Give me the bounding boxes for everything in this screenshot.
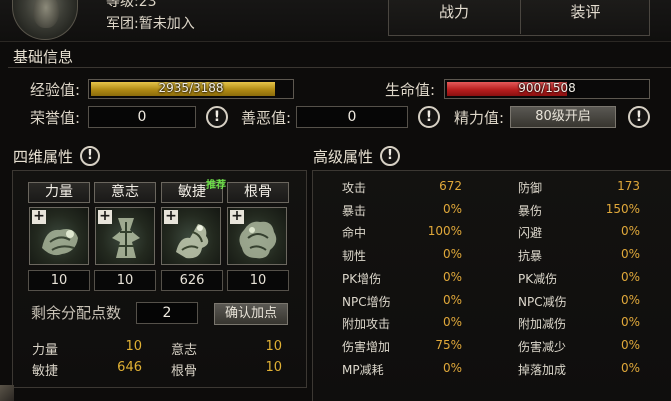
- advanced-attr-label: 伤害增加: [342, 340, 391, 354]
- divider: [8, 67, 671, 68]
- exp-value: 2935/3188: [158, 81, 224, 95]
- advanced-attr-value: 0%: [442, 293, 462, 307]
- advanced-attr-value: 0%: [620, 224, 640, 238]
- will-icon[interactable]: +: [95, 207, 155, 265]
- four-attr-title: 四维属性: [13, 148, 74, 166]
- attr-value-will: 10: [94, 270, 156, 291]
- advanced-attr-value: 75%: [435, 338, 462, 352]
- summary-value: 10: [125, 339, 142, 354]
- honor-label: 荣誉值:: [30, 109, 81, 127]
- tab-equipment-score[interactable]: 装评: [520, 0, 650, 34]
- recommend-tag: 推荐: [206, 180, 226, 191]
- corps-text: 军团:暂未加入: [106, 16, 195, 32]
- advanced-attr-label: 附加攻击: [342, 317, 391, 331]
- summary-value: 10: [265, 339, 282, 354]
- hp-label: 生命值:: [385, 81, 436, 99]
- add-point-icon[interactable]: +: [230, 209, 244, 224]
- attr-header-constitution: 根骨: [227, 182, 289, 203]
- honor-value: 0: [88, 106, 196, 128]
- strength-icon[interactable]: +: [29, 207, 89, 265]
- advanced-attr-value: 0%: [620, 361, 640, 375]
- add-point-icon[interactable]: +: [32, 209, 46, 224]
- constitution-icon[interactable]: +: [227, 207, 287, 265]
- attr-value-constitution: 10: [227, 270, 289, 291]
- advanced-attr-label: 闪避: [518, 226, 543, 240]
- summary-label: 根骨: [171, 364, 198, 379]
- four-attr-info-icon[interactable]: !: [80, 146, 100, 166]
- advanced-attr-label: 攻击: [342, 181, 367, 195]
- advanced-attr-label: 防御: [518, 181, 543, 195]
- advanced-attr-label: NPC增伤: [342, 295, 391, 309]
- tab-combat-power[interactable]: 战力: [389, 0, 519, 34]
- advanced-attr-label: 抗暴: [518, 249, 543, 263]
- basic-info-title: 基础信息: [13, 48, 74, 66]
- summary-value: 10: [265, 360, 282, 375]
- attr-header-strength: 力量: [28, 182, 90, 203]
- attr-value-agility: 626: [161, 270, 223, 291]
- add-point-icon[interactable]: +: [98, 209, 112, 224]
- frame-corner-ornament: [0, 385, 14, 401]
- advanced-attr-value: 173: [617, 179, 640, 193]
- karma-info-icon[interactable]: !: [418, 106, 440, 128]
- energy-label: 精力值:: [454, 109, 505, 127]
- advanced-attr-label: 掉落加成: [518, 363, 567, 377]
- advanced-attr-title: 高级属性: [313, 148, 374, 166]
- advanced-attr-value: 0%: [620, 338, 640, 352]
- advanced-attr-label: PK增伤: [342, 272, 382, 286]
- summary-value: 646: [117, 360, 142, 375]
- advanced-attr-value: 0%: [442, 202, 462, 216]
- advanced-attr-value: 100%: [427, 224, 462, 238]
- advanced-attr-label: 伤害减少: [518, 340, 567, 354]
- summary-label: 力量: [32, 343, 59, 358]
- confirm-allocate-button[interactable]: 确认加点: [214, 303, 288, 325]
- character-header: 等级:23 军团:暂未加入 战力 装评: [0, 0, 671, 42]
- summary-label: 意志: [171, 343, 198, 358]
- advanced-attr-value: 0%: [620, 247, 640, 261]
- advanced-attr-value: 0%: [442, 270, 462, 284]
- karma-label: 善恶值:: [241, 109, 292, 127]
- exp-label: 经验值:: [30, 81, 81, 99]
- tab-bar: 战力 装评: [388, 0, 650, 36]
- honor-info-icon[interactable]: !: [206, 106, 228, 128]
- advanced-attr-value: 0%: [620, 315, 640, 329]
- advanced-attr-label: 命中: [342, 226, 367, 240]
- attr-header-will: 意志: [94, 182, 156, 203]
- advanced-attr-label: PK减伤: [518, 272, 558, 286]
- advanced-attr-label: NPC减伤: [518, 295, 567, 309]
- advanced-attr-value: 0%: [620, 270, 640, 284]
- remaining-points-label: 剩余分配点数: [31, 304, 122, 322]
- advanced-attr-info-icon[interactable]: !: [380, 146, 400, 166]
- attr-value-strength: 10: [28, 270, 90, 291]
- add-point-icon[interactable]: +: [164, 209, 178, 224]
- advanced-attr-label: 韧性: [342, 249, 367, 263]
- hp-value: 900/1508: [518, 81, 576, 95]
- advanced-attr-value: 0%: [442, 247, 462, 261]
- advanced-attr-value: 0%: [442, 315, 462, 329]
- level-text: 等级:23: [106, 0, 157, 10]
- character-avatar: [12, 0, 78, 40]
- advanced-attr-value: 0%: [442, 361, 462, 375]
- summary-label: 敏捷: [32, 364, 59, 379]
- agility-icon[interactable]: +: [161, 207, 221, 265]
- advanced-attr-value: 0%: [620, 293, 640, 307]
- advanced-attr-value: 150%: [605, 202, 640, 216]
- exp-bar: 2935/3188: [88, 79, 294, 99]
- advanced-attr-label: 暴伤: [518, 204, 543, 218]
- energy-info-icon[interactable]: !: [628, 106, 650, 128]
- advanced-attr-label: 暴击: [342, 204, 367, 218]
- remaining-points-value: 2: [136, 302, 198, 324]
- hp-bar: 900/1508: [444, 79, 650, 99]
- advanced-attr-value: 672: [439, 179, 462, 193]
- karma-value: 0: [296, 106, 408, 128]
- energy-unlock-button[interactable]: 80级开启: [510, 106, 616, 128]
- advanced-attr-label: MP减耗: [342, 363, 384, 377]
- advanced-attr-label: 附加减伤: [518, 317, 567, 331]
